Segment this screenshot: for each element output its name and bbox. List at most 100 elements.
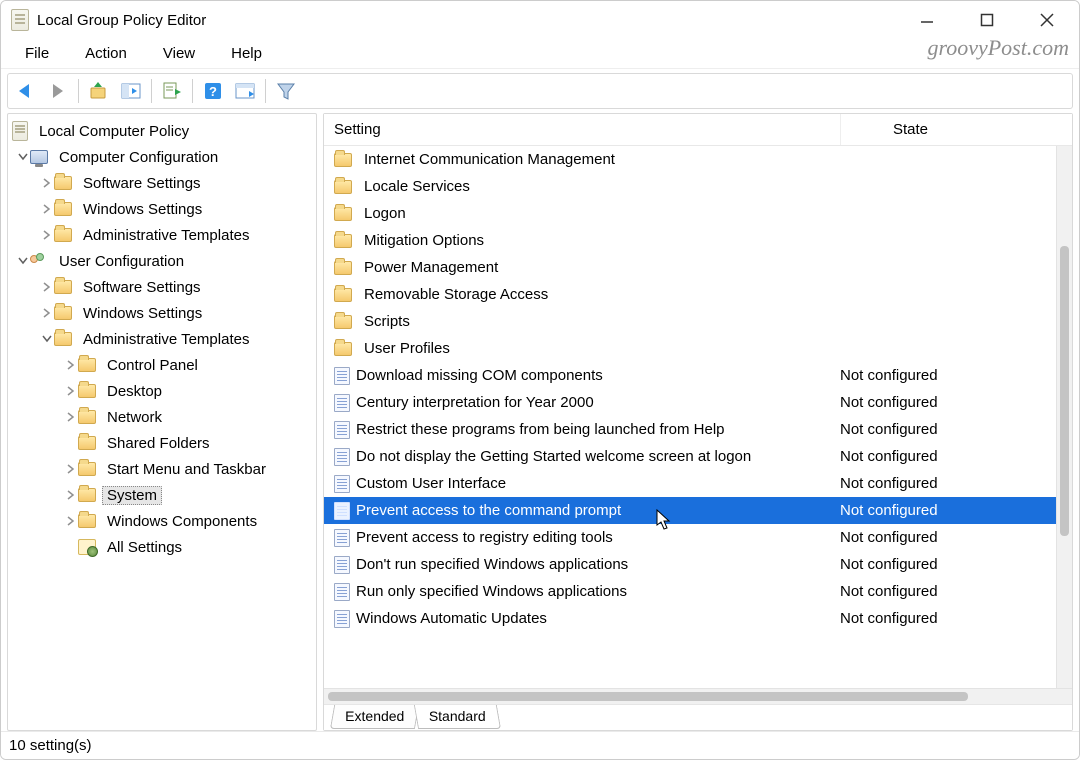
show-hide-tree-button[interactable] <box>117 77 145 105</box>
chevron-right-icon[interactable] <box>40 202 54 216</box>
forward-button[interactable] <box>44 77 72 105</box>
scrollbar-thumb[interactable] <box>1060 246 1069 536</box>
tree-root[interactable]: Local Computer Policy <box>10 118 314 144</box>
close-button[interactable] <box>1035 8 1059 32</box>
list-row-setting[interactable]: Century interpretation for Year 2000Not … <box>324 389 1056 416</box>
column-header[interactable]: Setting State <box>324 114 1072 146</box>
list-item-label: Prevent access to registry editing tools <box>356 529 613 546</box>
list-row-setting[interactable]: Do not display the Getting Started welco… <box>324 443 1056 470</box>
help-button[interactable]: ? <box>199 77 227 105</box>
tree-item[interactable]: Network <box>10 404 314 430</box>
vertical-scrollbar[interactable] <box>1056 146 1072 688</box>
settings-list[interactable]: Internet Communication ManagementLocale … <box>324 146 1056 688</box>
tree-item-system[interactable]: System <box>10 482 314 508</box>
chevron-right-icon[interactable] <box>64 514 78 528</box>
tree-item[interactable]: Windows Settings <box>10 196 314 222</box>
tab-standard[interactable]: Standard <box>414 705 501 729</box>
policy-icon <box>334 610 350 628</box>
policy-icon <box>334 502 350 520</box>
chevron-right-icon[interactable] <box>40 306 54 320</box>
menu-action[interactable]: Action <box>77 41 135 66</box>
content-pane: Setting State Internet Communication Man… <box>323 113 1073 731</box>
horizontal-scrollbar[interactable] <box>324 688 1072 704</box>
chevron-right-icon[interactable] <box>40 228 54 242</box>
list-row-setting[interactable]: Don't run specified Windows applications… <box>324 551 1056 578</box>
tree-item[interactable]: Administrative Templates <box>10 222 314 248</box>
chevron-right-icon[interactable] <box>40 176 54 190</box>
tree-item[interactable]: Control Panel <box>10 352 314 378</box>
chevron-down-icon[interactable] <box>16 150 30 164</box>
scrollbar-thumb[interactable] <box>328 692 968 701</box>
list-item-state: Not configured <box>840 583 1040 600</box>
tree-item[interactable]: Software Settings <box>10 170 314 196</box>
chevron-right-icon[interactable] <box>64 384 78 398</box>
policy-icon <box>334 394 350 412</box>
options-button[interactable] <box>231 77 259 105</box>
list-item-state: Not configured <box>840 556 1040 573</box>
tree-item-admin-templates[interactable]: Administrative Templates <box>10 326 314 352</box>
tree-pane[interactable]: Local Computer Policy Computer Configura… <box>7 113 317 731</box>
back-button[interactable] <box>12 77 40 105</box>
tree-computer-config[interactable]: Computer Configuration <box>10 144 314 170</box>
tree-item[interactable]: Desktop <box>10 378 314 404</box>
list-item-label: Scripts <box>364 313 410 330</box>
chevron-right-icon[interactable] <box>64 488 78 502</box>
tree-label: Desktop <box>107 383 162 400</box>
tree-item-all-settings[interactable]: All Settings <box>10 534 314 560</box>
list-item-label: Do not display the Getting Started welco… <box>356 448 751 465</box>
list-row-setting[interactable]: Download missing COM componentsNot confi… <box>324 362 1056 389</box>
minimize-button[interactable] <box>915 8 939 32</box>
list-item-label: Mitigation Options <box>364 232 484 249</box>
list-row-setting[interactable]: Restrict these programs from being launc… <box>324 416 1056 443</box>
export-list-button[interactable] <box>158 77 186 105</box>
maximize-button[interactable] <box>975 8 999 32</box>
chevron-right-icon[interactable] <box>64 462 78 476</box>
policy-tree[interactable]: Local Computer Policy Computer Configura… <box>10 118 314 560</box>
menu-file[interactable]: File <box>17 41 57 66</box>
column-setting[interactable]: Setting <box>330 121 840 138</box>
tree-item[interactable]: Shared Folders <box>10 430 314 456</box>
chevron-right-icon[interactable] <box>64 358 78 372</box>
list-row-setting[interactable]: Prevent access to the command promptNot … <box>324 497 1056 524</box>
list-row-setting[interactable]: Run only specified Windows applications N… <box>324 578 1056 605</box>
folder-icon <box>54 228 72 242</box>
chevron-down-icon[interactable] <box>16 254 30 268</box>
list-row-folder[interactable]: Removable Storage Access <box>324 281 1056 308</box>
tree-item[interactable]: Start Menu and Taskbar <box>10 456 314 482</box>
tree-item[interactable]: Software Settings <box>10 274 314 300</box>
list-row-folder[interactable]: Logon <box>324 200 1056 227</box>
tree-item[interactable]: Windows Components <box>10 508 314 534</box>
filter-button[interactable] <box>272 77 300 105</box>
list-row-setting[interactable]: Custom User InterfaceNot configured <box>324 470 1056 497</box>
list-row-folder[interactable]: User Profiles <box>324 335 1056 362</box>
tree-label: Shared Folders <box>107 435 210 452</box>
chevron-down-icon[interactable] <box>40 332 54 346</box>
list-row-setting[interactable]: Prevent access to registry editing tools… <box>324 524 1056 551</box>
list-item-state: Not configured <box>840 529 1040 546</box>
tab-extended[interactable]: Extended <box>330 705 419 729</box>
list-row-folder[interactable]: Scripts <box>324 308 1056 335</box>
chevron-right-icon[interactable] <box>40 280 54 294</box>
policy-icon <box>334 421 350 439</box>
list-row-folder[interactable]: Mitigation Options <box>324 227 1056 254</box>
menu-help[interactable]: Help <box>223 41 270 66</box>
tree-label: Computer Configuration <box>59 149 218 166</box>
list-item-label: Windows Automatic Updates <box>356 610 547 627</box>
tree-label: System <box>107 487 157 504</box>
policy-root-icon <box>12 121 28 141</box>
tree-user-config[interactable]: User Configuration <box>10 248 314 274</box>
menu-view[interactable]: View <box>155 41 203 66</box>
chevron-right-icon[interactable] <box>64 410 78 424</box>
list-row-folder[interactable]: Power Management <box>324 254 1056 281</box>
tree-label: Local Computer Policy <box>39 123 189 140</box>
list-row-setting[interactable]: Windows Automatic UpdatesNot configured <box>324 605 1056 632</box>
list-row-folder[interactable]: Locale Services <box>324 173 1056 200</box>
list-item-label: Run only specified Windows applications <box>356 583 627 600</box>
window-title: Local Group Policy Editor <box>37 12 206 29</box>
up-button[interactable] <box>85 77 113 105</box>
column-state[interactable]: State <box>840 114 980 145</box>
tree-item[interactable]: Windows Settings <box>10 300 314 326</box>
list-item-label: Century interpretation for Year 2000 <box>356 394 594 411</box>
tree-label: Software Settings <box>83 175 201 192</box>
list-row-folder[interactable]: Internet Communication Management <box>324 146 1056 173</box>
